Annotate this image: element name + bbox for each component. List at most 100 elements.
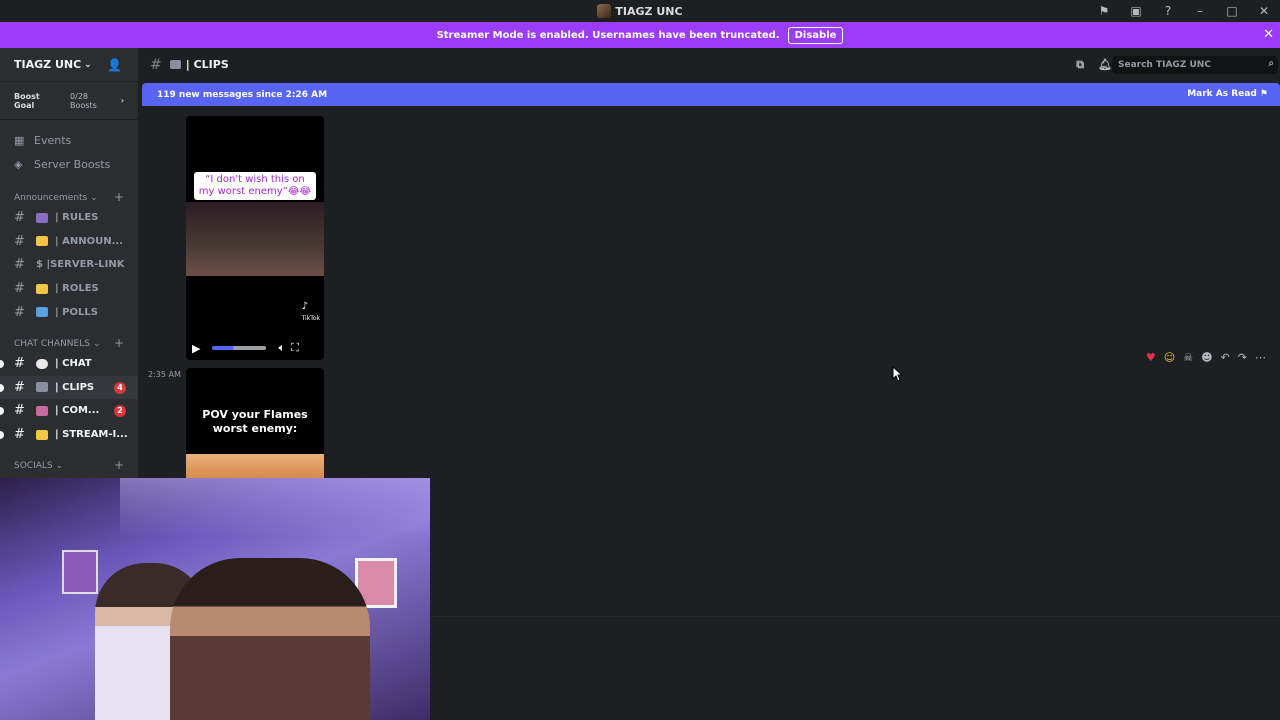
add-channel-icon[interactable]: + (114, 190, 124, 204)
hash-icon: # (14, 379, 25, 395)
maximize-icon[interactable]: □ (1216, 4, 1248, 18)
streamer-mode-banner: Streamer Mode is enabled. Usernames have… (0, 22, 1280, 48)
play-icon[interactable]: ▶ (192, 342, 200, 355)
more-icon[interactable]: ⋯ (1255, 351, 1266, 364)
chevron-down-icon: ⌄ (84, 59, 92, 70)
progress-bar[interactable] (212, 346, 267, 350)
mark-as-read-label: Mark As Read (1187, 89, 1257, 99)
server-header[interactable]: TIAGZ UNC ⌄ 👤 (0, 48, 138, 82)
chevron-down-icon: ⌄ (92, 338, 101, 349)
mark-read-icon: ⚑ (1259, 89, 1268, 99)
mouse-cursor (892, 366, 904, 382)
video-caption: POV your Flames worst enemy: (202, 408, 308, 435)
server-boosts-label: Server Boosts (34, 157, 111, 171)
channel-emoji-icon (36, 405, 48, 416)
channel-roles[interactable]: # | ROLES (0, 277, 138, 301)
help-icon[interactable]: ? (1152, 4, 1184, 18)
channel-emoji-icon (36, 212, 48, 223)
boost-goal[interactable]: Boost Goal 0/28 Boosts › (0, 82, 138, 120)
search-input[interactable]: Search TIAGZ UNC ⌕ (1112, 56, 1278, 74)
boost-count: 0/28 Boosts (70, 91, 97, 110)
minimize-icon[interactable]: – (1184, 4, 1216, 18)
hash-icon: # (14, 427, 25, 443)
skull-icon[interactable]: ☠ (1183, 351, 1193, 364)
server-boosts-link[interactable]: ◈ Server Boosts (0, 152, 138, 176)
hash-icon: # (150, 56, 162, 73)
video-controls: ▶ 🔈︎ ⛶ (186, 336, 324, 360)
add-channel-icon[interactable]: + (114, 336, 124, 350)
channel-label: $ |SERVER-LINK (36, 259, 125, 271)
category-label: SOCIALS (14, 461, 53, 472)
category-socials[interactable]: SOCIALS ⌄ + (0, 458, 138, 474)
hash-icon: # (14, 210, 25, 226)
channel-title: | CLIPS (185, 58, 229, 71)
close-icon[interactable]: ✕ (1248, 4, 1280, 18)
tiktok-watermark: ♪ TikTok (301, 301, 320, 322)
laugh-icon[interactable]: ☺ (1164, 351, 1175, 364)
hash-icon: # (14, 304, 25, 320)
channel-label: | POLLS (55, 306, 98, 318)
channel-rules[interactable]: # | RULES (0, 206, 138, 230)
category-chat-channels[interactable]: CHAT CHANNELS ⌄ + (0, 336, 138, 352)
disable-button[interactable]: Disable (787, 26, 844, 44)
flag-icon[interactable]: ⚑ (1088, 4, 1120, 18)
channel-emoji-icon (36, 429, 48, 440)
forward-icon[interactable]: ↷ (1238, 351, 1247, 364)
channel-label: | RULES (55, 212, 99, 224)
channel-stream[interactable]: # | STREAM-I... (0, 423, 138, 447)
mark-as-read-button[interactable]: Mark As Read ⚑ (1187, 89, 1268, 99)
new-messages-bar[interactable]: 119 new messages since 2:26 AM Mark As R… (142, 83, 1280, 106)
server-icon (597, 4, 612, 18)
invite-icon[interactable]: 👤 (107, 58, 122, 72)
streamer-person (170, 558, 370, 720)
new-messages-text: 119 new messages since 2:26 AM (157, 89, 328, 100)
channel-clips[interactable]: # | CLIPS 4 (0, 375, 138, 400)
video-embed[interactable]: “I don't wish this on my worst enemy”😂😂 … (186, 116, 324, 360)
channel-server-link[interactable]: # $ |SERVER-LINK (0, 253, 138, 277)
mention-badge: 4 (114, 381, 126, 394)
threads-icon[interactable]: ⧉ (1076, 58, 1084, 72)
video-caption: “I don't wish this on my worst enemy”😂😂 (194, 172, 316, 200)
category-label: Announcements (14, 193, 88, 203)
banner-text: Streamer Mode is enabled. Usernames have… (436, 29, 780, 41)
hash-icon: # (14, 233, 25, 249)
category-label: CHAT CHANNELS (14, 338, 90, 349)
reply-icon[interactable]: ↶ (1221, 351, 1230, 364)
boost-goal-label: Boost Goal (14, 91, 40, 110)
channel-chat[interactable]: # | CHAT (0, 352, 138, 376)
chevron-right-icon: › (120, 96, 124, 105)
wall-poster (62, 550, 98, 594)
screen-icon[interactable]: ▣ (1120, 4, 1152, 18)
hash-icon: # (14, 281, 25, 297)
chat-empty-region (430, 616, 1280, 720)
channel-polls[interactable]: # | POLLS (0, 300, 138, 324)
heart-icon[interactable]: ♥ (1146, 351, 1156, 364)
message-timestamp: 2:35 AM (148, 370, 181, 379)
calendar-icon: ▦ (14, 133, 25, 147)
add-reaction-icon[interactable]: ☻ (1201, 351, 1212, 364)
banner-close-icon[interactable]: ✕ (1263, 27, 1274, 42)
search-icon: ⌕ (1268, 58, 1274, 69)
server-name: TIAGZ UNC (14, 58, 82, 71)
category-announcements[interactable]: Announcements ⌄ + (0, 190, 138, 206)
hash-icon: # (14, 257, 25, 273)
boost-icon: ◈ (14, 157, 23, 171)
channel-label: | STREAM-I... (55, 429, 128, 441)
video-thumbnail (186, 202, 324, 276)
fullscreen-icon[interactable]: ⛶ (291, 341, 299, 355)
search-placeholder: Search TIAGZ UNC (1118, 60, 1211, 70)
add-channel-icon[interactable]: + (114, 458, 124, 472)
events-link[interactable]: ▦ Events (0, 128, 138, 152)
volume-icon[interactable]: 🔈︎ (278, 341, 285, 355)
bell-icon[interactable]: 🔔︎ (1098, 58, 1112, 72)
channel-announcements[interactable]: # | ANNOUN... (0, 230, 138, 254)
video-embed[interactable]: POV your Flames worst enemy: (186, 368, 324, 478)
channel-community[interactable]: # | COM... 2 (0, 399, 138, 423)
channel-label: | CHAT (55, 358, 92, 370)
channel-label: | CLIPS (55, 381, 95, 393)
video-thumbnail (186, 454, 324, 478)
channel-emoji-icon (36, 283, 48, 294)
channel-header: # | CLIPS ⧉ 🔔︎ 📌︎ 👥︎ Search TIAGZ UNC ⌕ (138, 48, 1280, 82)
title-bar-icons: ⚑ ▣ ? – □ ✕ (1088, 0, 1280, 22)
channel-emoji-icon (36, 236, 48, 247)
